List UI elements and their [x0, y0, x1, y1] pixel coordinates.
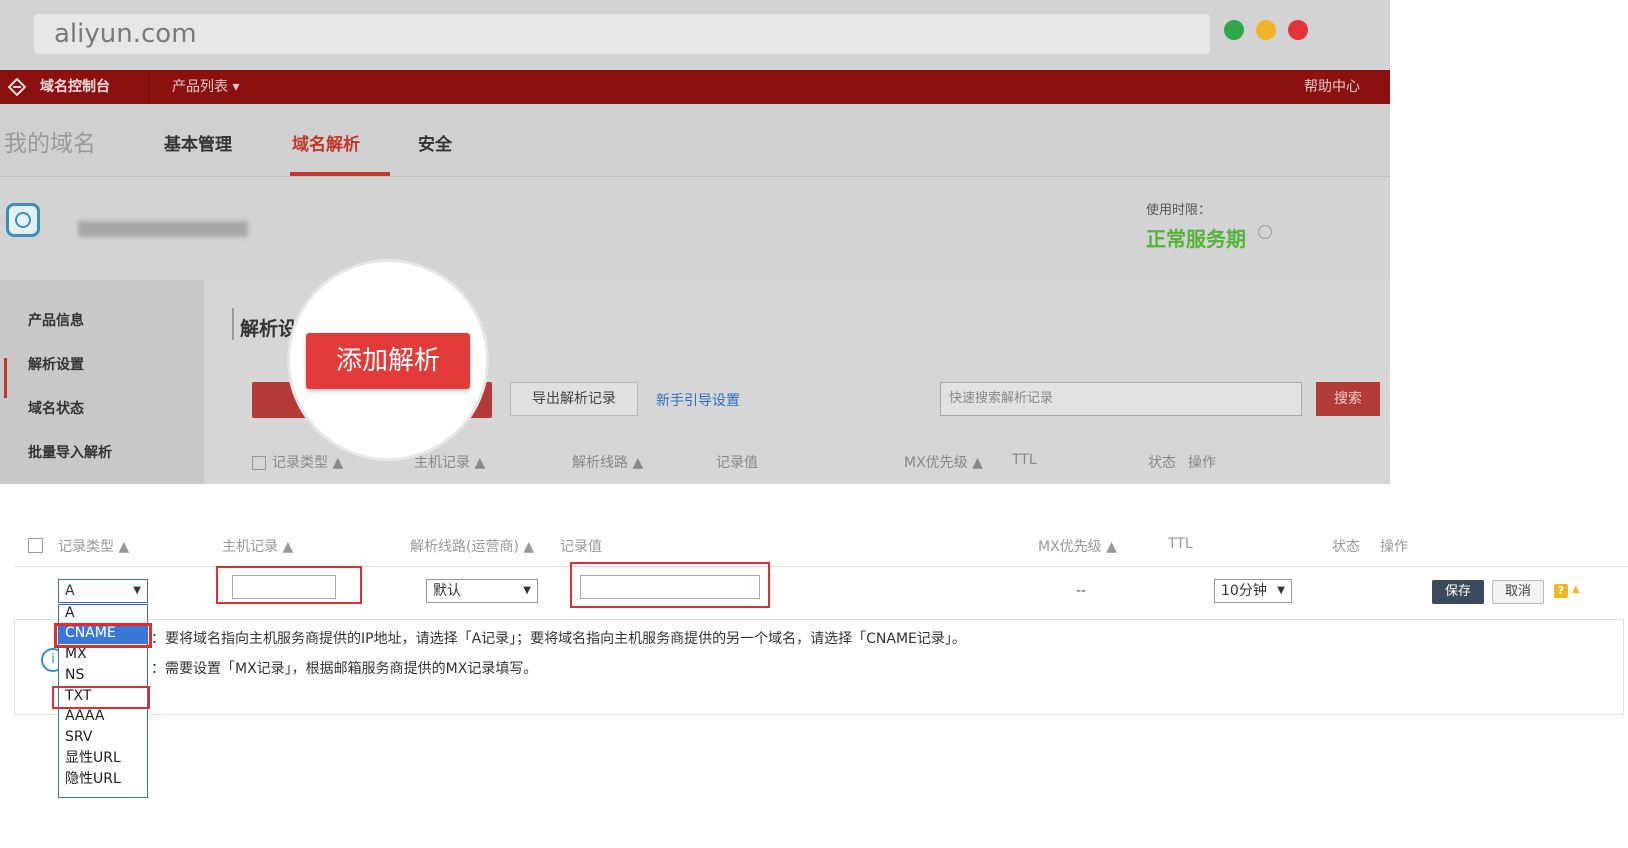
help-question-icon[interactable]: ?	[1554, 584, 1568, 598]
search-button[interactable]: 搜索	[1316, 382, 1380, 416]
help-center-link[interactable]: 帮助中心	[1304, 70, 1360, 104]
header-record-value: 记录值	[560, 539, 602, 555]
option-aaaa[interactable]: AAAA	[59, 706, 147, 727]
tab-domain-resolution[interactable]: 域名解析	[292, 130, 360, 155]
active-tab-underline	[290, 172, 390, 176]
bg-header-line[interactable]: 解析线路 ▲	[572, 452, 643, 472]
record-value-input[interactable]	[580, 575, 760, 599]
caret-up-icon[interactable]: ▲	[1572, 584, 1580, 595]
add-record-button[interactable]: 添加解析	[306, 333, 470, 389]
option-explicit-url[interactable]: 显性URL	[59, 748, 147, 769]
dropdown-arrow-icon: ▼	[523, 585, 531, 596]
edit-record-row: A ▼ 默认 ▼ -- 10分钟 ▼ 保存 取消 ? ▲	[14, 562, 1628, 619]
bg-header-host[interactable]: 主机记录 ▲	[414, 452, 485, 472]
sidebar: 产品信息 解析设置 域名状态 批量导入解析	[0, 280, 204, 484]
sidebar-item-dns-settings[interactable]: 解析设置	[28, 354, 84, 374]
header-status: 状态	[1332, 539, 1360, 555]
ttl-value: 10分钟	[1221, 583, 1267, 599]
domain-summary: 使用时限： 正常服务期	[0, 177, 1390, 277]
tip-a-cname: ：要将域名指向主机服务商提供的IP地址，请选择「A记录」；要将域名指向主机服务商…	[151, 631, 966, 647]
sidebar-active-indicator	[4, 358, 7, 398]
sidebar-item-product-info[interactable]: 产品信息	[28, 310, 84, 330]
save-button[interactable]: 保存	[1432, 580, 1484, 604]
txt-highlight-box	[52, 686, 150, 709]
records-table-header: 记录类型 ▲ 主机记录 ▲ 解析线路(运营商) ▲ 记录值 MX优先级 ▲ TT…	[14, 526, 1628, 567]
option-a[interactable]: A	[59, 603, 147, 624]
tips-box: i ：要将域名指向主机服务商提供的IP地址，请选择「A记录」；要将域名指向主机服…	[14, 619, 1624, 715]
select-all-checkbox-bg[interactable]	[252, 456, 266, 470]
aliyun-logo-icon	[8, 78, 26, 96]
guide-settings-link[interactable]: 新手引导设置	[656, 390, 740, 410]
sidebar-item-domain-status[interactable]: 域名状态	[28, 398, 84, 418]
ttl-select[interactable]: 10分钟 ▼	[1214, 579, 1292, 603]
header-action: 操作	[1380, 539, 1408, 555]
service-period-label: 使用时限：	[1146, 203, 1212, 218]
resolution-line-value: 默认	[433, 583, 461, 599]
record-type-value: A	[65, 583, 75, 599]
tip-mx: ：需要设置「MX记录」，根据邮箱服务商提供的MX记录填写。	[151, 661, 538, 677]
browser-screenshot: aliyun.com 域名控制台 产品列表 ▾ 帮助中心 我的域名 基本管理 域…	[0, 0, 1390, 484]
host-record-input[interactable]	[232, 575, 336, 599]
export-records-button[interactable]: 导出解析记录	[510, 382, 638, 416]
option-srv[interactable]: SRV	[59, 727, 147, 748]
quick-search-input[interactable]: 快速搜索解析记录	[940, 382, 1302, 416]
mx-priority-value: --	[1076, 583, 1087, 599]
window-close-dot[interactable]	[1288, 20, 1308, 40]
title-marker	[232, 308, 234, 340]
bg-header-value: 记录值	[716, 455, 758, 471]
cancel-button[interactable]: 取消	[1492, 580, 1544, 604]
header-resolution-line[interactable]: 解析线路(运营商) ▲	[410, 536, 534, 556]
globe-icon	[6, 203, 40, 237]
resolution-line-select[interactable]: 默认 ▼	[426, 579, 538, 603]
header-host-record[interactable]: 主机记录 ▲	[222, 536, 293, 556]
record-type-select[interactable]: A ▼	[58, 579, 148, 603]
my-domains-link[interactable]: 我的域名	[4, 124, 96, 158]
nav-divider	[148, 70, 149, 104]
header-mx-priority[interactable]: MX优先级 ▲	[1038, 536, 1117, 556]
blurred-domain-name	[78, 221, 248, 237]
cname-highlight-box	[54, 623, 152, 648]
domain-tabs: 我的域名 基本管理 域名解析 安全	[0, 104, 1390, 177]
dropdown-arrow-icon: ▼	[1277, 585, 1285, 596]
bg-header-status: 状态	[1148, 455, 1176, 471]
header-record-type[interactable]: 记录类型 ▲	[58, 536, 129, 556]
option-implicit-url[interactable]: 隐性URL	[59, 769, 147, 790]
tab-security[interactable]: 安全	[418, 130, 452, 155]
sidebar-item-batch-import[interactable]: 批量导入解析	[28, 442, 112, 462]
bg-header-type[interactable]: 记录类型 ▲	[272, 452, 343, 472]
bg-header-action: 操作	[1188, 455, 1216, 471]
products-menu[interactable]: 产品列表 ▾	[172, 70, 239, 104]
top-navigation: 域名控制台 产品列表 ▾ 帮助中心	[0, 70, 1390, 104]
tab-basic-management[interactable]: 基本管理	[164, 130, 232, 155]
window-maximize-dot[interactable]	[1224, 20, 1244, 40]
console-brand[interactable]: 域名控制台	[40, 70, 110, 104]
window-minimize-dot[interactable]	[1256, 20, 1276, 40]
address-bar[interactable]: aliyun.com	[34, 14, 1210, 54]
option-ns[interactable]: NS	[59, 665, 147, 686]
service-status: 正常服务期	[1146, 227, 1246, 251]
header-ttl: TTL	[1168, 536, 1193, 552]
select-all-checkbox[interactable]	[28, 538, 43, 553]
info-circle-icon[interactable]	[1258, 225, 1272, 239]
dropdown-arrow-icon: ▼	[133, 585, 141, 596]
bg-header-mx[interactable]: MX优先级 ▲	[904, 452, 983, 472]
bg-header-ttl: TTL	[1012, 452, 1037, 468]
